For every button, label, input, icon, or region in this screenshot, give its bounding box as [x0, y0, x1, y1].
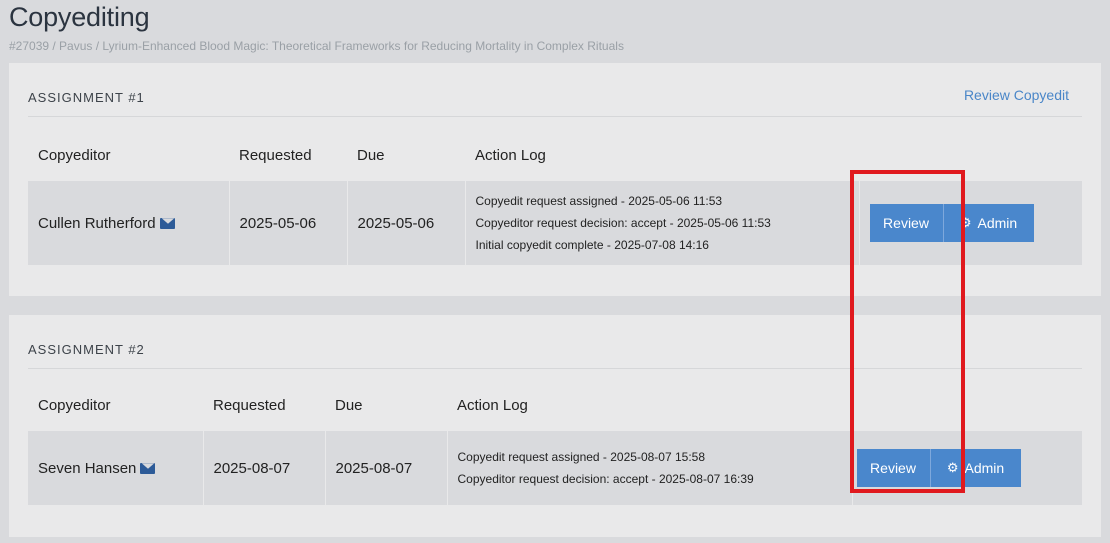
column-header-requested: Requested — [239, 146, 312, 164]
page-title: Copyediting — [9, 2, 150, 32]
highlight-annotation-box — [850, 170, 965, 493]
assignment-heading: ASSIGNMENT #1 — [28, 90, 145, 105]
column-header-due: Due — [357, 146, 385, 164]
breadcrumb: #27039 / Pavus / Lyrium-Enhanced Blood M… — [9, 39, 624, 53]
envelope-icon[interactable] — [159, 217, 175, 229]
column-header-copyeditor: Copyeditor — [38, 396, 111, 414]
envelope-icon[interactable] — [140, 462, 156, 474]
column-header-requested: Requested — [213, 396, 286, 414]
log-entry: Copyedit request assigned - 2025-08-07 1… — [457, 450, 706, 464]
log-entry: Copyeditor request decision: accept - 20… — [475, 216, 771, 230]
due-date: 2025-08-07 — [325, 431, 448, 505]
log-entry: Copyeditor request decision: accept - 20… — [457, 472, 754, 486]
column-header-action-log: Action Log — [475, 146, 546, 164]
requested-date: 2025-08-07 — [203, 431, 326, 505]
assignment-heading: ASSIGNMENT #2 — [28, 342, 145, 357]
due-date: 2025-05-06 — [347, 181, 466, 265]
copyeditor-name: Seven Hansen — [38, 459, 137, 477]
action-log-cell: Copyedit request assigned - 2025-08-07 1… — [447, 431, 853, 505]
action-log-cell: Copyedit request assigned - 2025-05-06 1… — [465, 181, 860, 265]
admin-label: Admin — [964, 460, 1005, 476]
requested-date: 2025-05-06 — [229, 181, 348, 265]
copyeditor-name: Cullen Rutherford — [38, 214, 156, 232]
column-header-action-log: Action Log — [457, 396, 528, 414]
assignment-header: ASSIGNMENT #1 Review Copyedit — [28, 63, 1082, 117]
log-entry: Initial copyedit complete - 2025-07-08 1… — [475, 238, 709, 252]
column-header-copyeditor: Copyeditor — [38, 146, 111, 164]
log-entry: Copyedit request assigned - 2025-05-06 1… — [475, 194, 723, 208]
admin-label: Admin — [977, 215, 1018, 231]
copyeditor-cell: Cullen Rutherford — [28, 181, 230, 265]
review-copyedit-link[interactable]: Review Copyedit — [964, 87, 1069, 103]
column-header-due: Due — [335, 396, 363, 414]
copyeditor-cell: Seven Hansen — [28, 431, 204, 505]
